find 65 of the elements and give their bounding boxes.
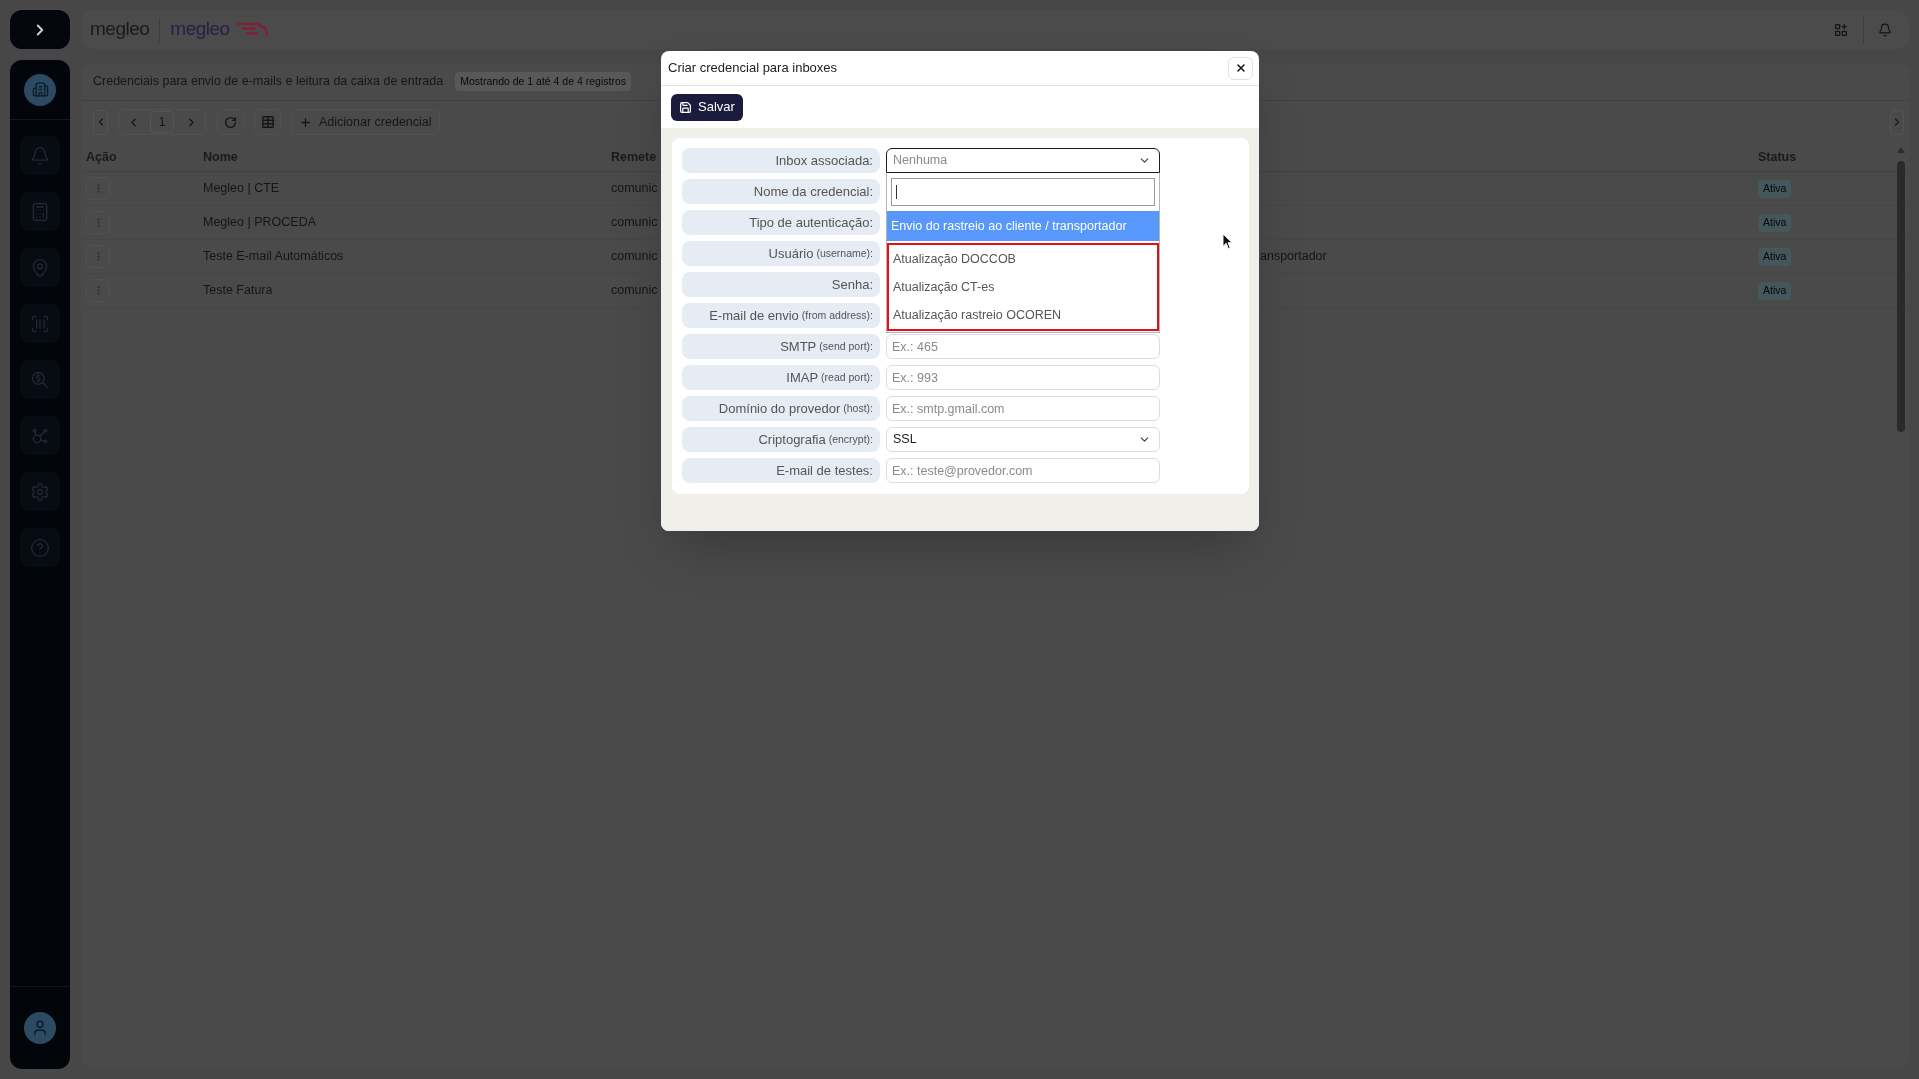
text-field[interactable]: Ex.: teste@provedor.com (886, 458, 1160, 483)
text-field[interactable]: Ex.: smtp.gmail.com (886, 396, 1160, 421)
field-label: Inbox associada: (682, 148, 880, 173)
status-badge: Ativa (1758, 214, 1792, 232)
save-icon (679, 100, 692, 114)
columns-button[interactable] (254, 109, 281, 135)
field-label: Tipo de autenticação: (682, 210, 880, 235)
status-badge: Ativa (1758, 282, 1792, 300)
text-field[interactable]: Ex.: 465 (886, 334, 1160, 359)
record-count-badge: Mostrando de 1 até 4 de 4 registros (455, 71, 631, 92)
field-label: Domínio do provedor (host): (682, 396, 880, 421)
building-icon (31, 81, 49, 98)
dollar-search-icon (30, 369, 50, 390)
help-icon (30, 537, 50, 558)
sidebar-button[interactable] (20, 416, 60, 455)
mouse-pointer-icon (1222, 233, 1233, 250)
sidebar-button[interactable] (20, 136, 60, 175)
plus-icon (299, 115, 312, 129)
bell-icon (30, 145, 50, 166)
field-label: Nome da credencial: (682, 179, 880, 204)
sidebar-button[interactable] (20, 528, 60, 567)
field-label: Usuário (username): (682, 241, 880, 266)
settings-icon (30, 481, 50, 502)
row-actions-button[interactable] (86, 279, 110, 302)
status-badge: Ativa (1758, 248, 1792, 266)
sidebar-button[interactable] (20, 192, 60, 231)
save-button[interactable]: Salvar (671, 93, 743, 121)
select-field[interactable]: Nenhuma (886, 148, 1160, 173)
field-label: IMAP (read port): (682, 365, 880, 390)
row-actions-button[interactable] (86, 177, 110, 200)
close-button[interactable] (1228, 56, 1253, 80)
sidebar-toggle-button[interactable] (10, 10, 70, 49)
search-field[interactable] (891, 178, 1155, 206)
sidebar-button[interactable] (24, 73, 56, 106)
apps-icon[interactable] (1833, 21, 1849, 38)
field-label: E-mail de envio (from address): (682, 303, 880, 328)
calculator-icon (30, 201, 50, 222)
close-icon (1234, 62, 1247, 74)
bell-icon[interactable] (1878, 22, 1892, 37)
text-cursor-icon (896, 185, 897, 199)
refresh-icon (224, 115, 237, 129)
row-actions-button[interactable] (86, 245, 110, 268)
scan-icon (30, 313, 50, 334)
table-icon (260, 115, 275, 129)
status-badge: Ativa (1758, 180, 1792, 198)
user-icon (31, 1019, 49, 1037)
user-avatar[interactable] (24, 1012, 56, 1044)
back-button[interactable] (93, 109, 108, 135)
row-actions-button[interactable] (86, 211, 110, 234)
sidebar-button[interactable] (20, 248, 60, 287)
modal-title: Criar credencial para inboxes (668, 59, 838, 78)
field-label: Senha: (682, 272, 880, 297)
field-label: E-mail de testes: (682, 458, 880, 483)
map-pin-icon (30, 257, 50, 278)
refresh-button[interactable] (217, 109, 244, 135)
field-label: SMTP (send port): (682, 334, 880, 359)
next-button[interactable] (1890, 109, 1904, 135)
text-field[interactable]: Ex.: 993 (886, 365, 1160, 390)
sidebar-button[interactable] (20, 472, 60, 511)
sidebar-button[interactable] (20, 304, 60, 343)
scroll-up-arrow-icon (1897, 147, 1905, 153)
select-field[interactable]: SSL (886, 427, 1160, 452)
speed-lines-icon (235, 22, 269, 37)
sidebar-button[interactable] (20, 360, 60, 399)
field-label: Criptografia (encrypt): (682, 427, 880, 452)
